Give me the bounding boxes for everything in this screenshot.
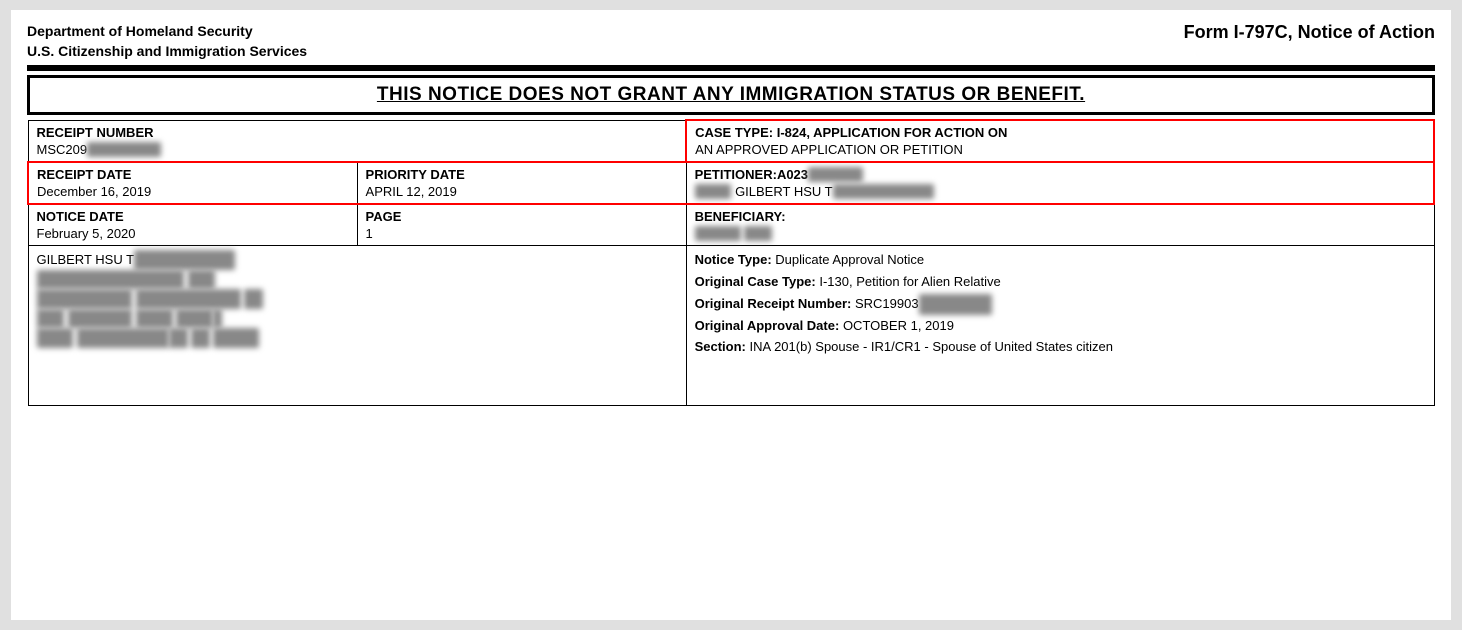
address-line4: ████ ████████████ ██ █████ [37,328,678,348]
document-header: Department of Homeland Security U.S. Cit… [27,22,1435,61]
receipt-number-cell: RECEIPT NUMBER MSC209████████ [28,120,686,162]
notice-type-value: Duplicate Approval Notice [775,252,924,267]
priority-date-label: PRIORITY DATE [366,167,678,182]
petitioner-cell: PETITIONER:A023██████ ████ GILBERT HSU T… [686,162,1434,204]
case-type-line2: AN APPROVED APPLICATION OR PETITION [695,142,1425,157]
original-receipt-value: SRC19903████████ [855,296,992,311]
receipt-date-label: RECEIPT DATE [37,167,349,182]
original-case-type-label: Original Case Type: [695,274,816,289]
original-receipt-label: Original Receipt Number: [695,296,852,311]
case-type-label: CASE TYPE: I-824, APPLICATION FOR ACTION… [695,125,1425,140]
address-line1: ████████████████ ███ [37,270,678,290]
section-value: INA 201(b) Spouse - IR1/CR1 - Spouse of … [750,339,1113,354]
notice-type-row: Notice Type: Duplicate Approval Notice [695,250,1426,271]
row-address-info: GILBERT HSU T███████████ ███████████████… [28,246,1434,406]
beneficiary-label: BENEFICIARY: [695,209,1426,224]
receipt-date-cell: RECEIPT DATE December 16, 2019 [28,162,357,204]
petitioner-label: PETITIONER:A023██████ [695,167,1425,182]
notice-date-cell: NOTICE DATE February 5, 2020 [28,204,357,246]
receipt-date-value: December 16, 2019 [37,184,349,199]
original-approval-row: Original Approval Date: OCTOBER 1, 2019 [695,316,1426,337]
notice-date-value: February 5, 2020 [37,226,349,241]
document: Department of Homeland Security U.S. Cit… [11,10,1451,620]
agency-info: Department of Homeland Security U.S. Cit… [27,22,307,61]
notice-date-label: NOTICE DATE [37,209,349,224]
form-title: Form I-797C, Notice of Action [1184,22,1435,43]
priority-date-cell: PRIORITY DATE APRIL 12, 2019 [357,162,686,204]
row-noticedate-page-beneficiary: NOTICE DATE February 5, 2020 PAGE 1 BENE… [28,204,1434,246]
receipt-number-label: RECEIPT NUMBER [37,125,678,140]
page-label: PAGE [366,209,678,224]
section-label: Section: [695,339,746,354]
address-line2: ███ ███████ ██ █████████ ██ [37,289,678,309]
priority-date-value: APRIL 12, 2019 [366,184,678,199]
notice-type-label: Notice Type: [695,252,772,267]
address-line3: ███ ███████ ████ █████ [37,309,678,329]
receipt-redacted: ████████ [87,142,161,157]
case-type-cell: CASE TYPE: I-824, APPLICATION FOR ACTION… [686,120,1434,162]
original-approval-label: Original Approval Date: [695,318,840,333]
addressee-name: GILBERT HSU T███████████ [37,250,678,270]
row-dates-petitioner: RECEIPT DATE December 16, 2019 PRIORITY … [28,162,1434,204]
page-value: 1 [366,226,678,241]
black-divider [27,65,1435,71]
page-cell: PAGE 1 [357,204,686,246]
beneficiary-value: █████ ███ [695,226,1426,241]
agency-line2: U.S. Citizenship and Immigration Service… [27,42,307,62]
agency-line1: Department of Homeland Security [27,22,307,42]
petitioner-id-redacted: ██████ [808,167,863,182]
original-case-type-row: Original Case Type: I-130, Petition for … [695,272,1426,293]
receipt-number-value: MSC209████████ [37,142,678,157]
beneficiary-cell: BENEFICIARY: █████ ███ [686,204,1434,246]
original-case-type-value: I-130, Petition for Alien Relative [819,274,1000,289]
original-receipt-row: Original Receipt Number: SRC19903███████… [695,294,1426,315]
row-receipt-casetype: RECEIPT NUMBER MSC209████████ CASE TYPE:… [28,120,1434,162]
petitioner-name: ████ GILBERT HSU T███████████ [695,184,1425,199]
info-cell: Notice Type: Duplicate Approval Notice O… [686,246,1434,406]
address-cell: GILBERT HSU T███████████ ███████████████… [28,246,686,406]
original-approval-value: OCTOBER 1, 2019 [843,318,954,333]
notice-banner: THIS NOTICE DOES NOT GRANT ANY IMMIGRATI… [27,75,1435,115]
main-table: RECEIPT NUMBER MSC209████████ CASE TYPE:… [27,119,1435,406]
section-row: Section: INA 201(b) Spouse - IR1/CR1 - S… [695,337,1426,358]
